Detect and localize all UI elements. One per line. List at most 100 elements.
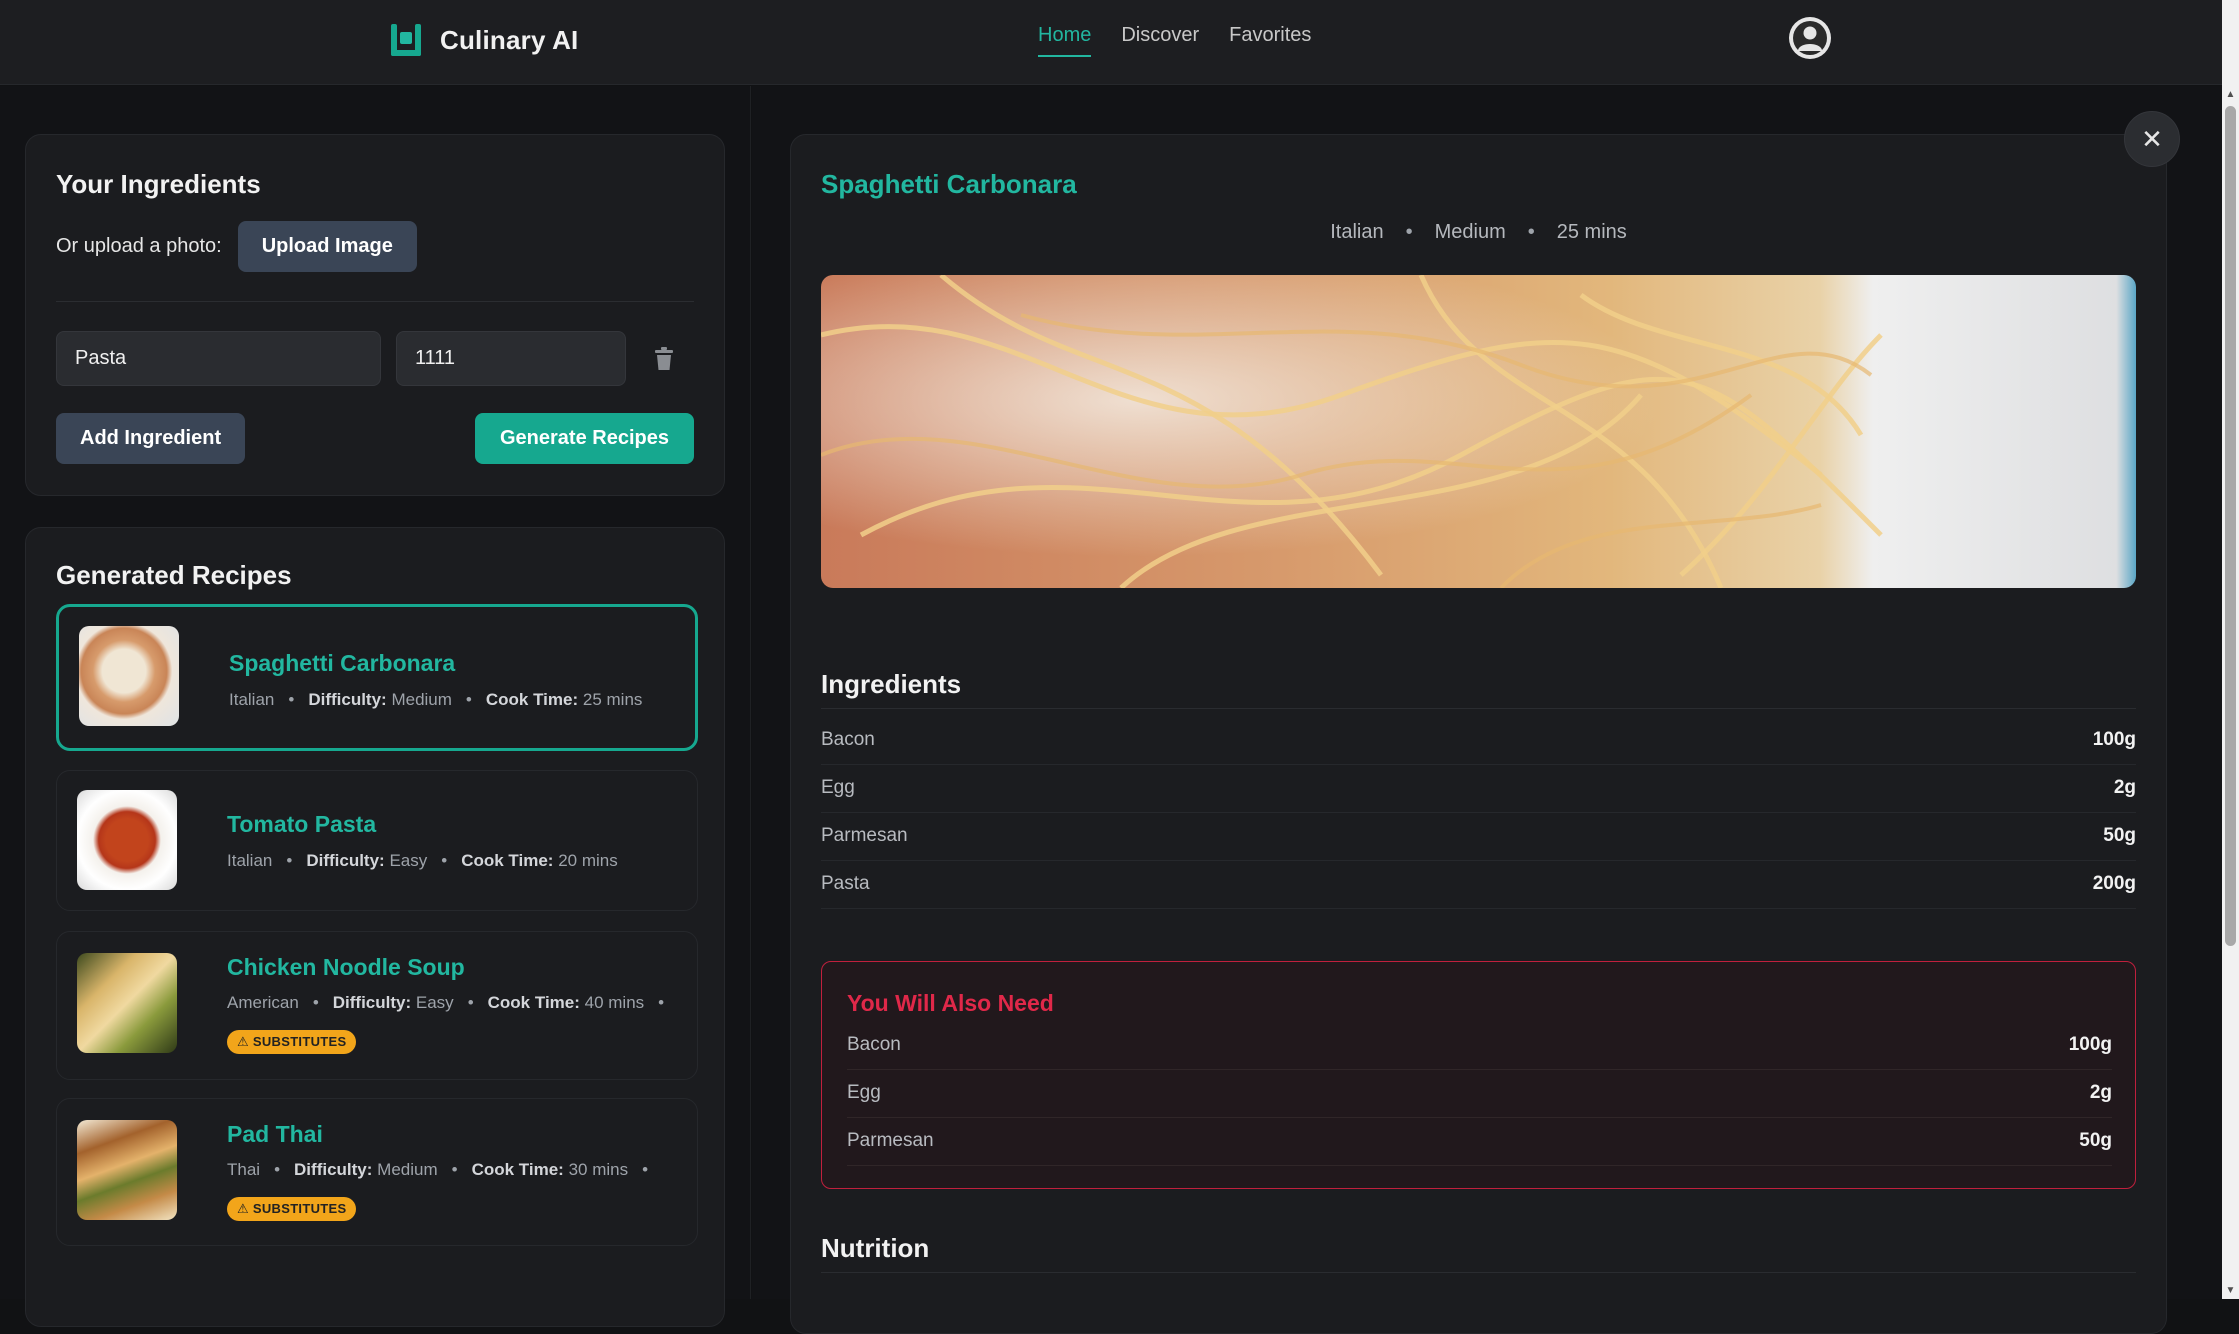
- recipe-difficulty: Medium: [377, 1160, 438, 1179]
- main-nav: Home Discover Favorites: [1038, 24, 1311, 57]
- recipe-cuisine: Italian: [227, 851, 273, 870]
- recipe-name: Chicken Noodle Soup: [227, 954, 465, 980]
- recipe-meta: Italian • Difficulty: Medium • Cook Time: 25…: [229, 690, 643, 709]
- recipe-card-chicken-noodle-soup[interactable]: Chicken Noodle Soup American • Difficulty:…: [56, 931, 698, 1080]
- recipe-cook-time: 30 mins: [568, 1160, 629, 1179]
- divider: [821, 1272, 2136, 1273]
- ingredient-quantity-input[interactable]: [396, 331, 626, 386]
- upload-label: Or upload a photo:: [56, 235, 222, 257]
- nav-discover[interactable]: Discover: [1121, 24, 1199, 57]
- ingredient-row: Egg 2g: [821, 765, 2136, 813]
- cook-time-label: Cook Time:: [485, 690, 579, 709]
- recipe-thumbnail: [77, 1120, 177, 1220]
- ingredient-name: Egg: [847, 1082, 881, 1103]
- ingredient-amount: 200g: [2092, 873, 2136, 894]
- ingredient-amount: 100g: [2068, 1034, 2112, 1055]
- recipe-cook-time: 20 mins: [558, 851, 618, 870]
- recipe-thumbnail: [77, 790, 177, 890]
- recipe-meta: Thai • Difficulty: Medium • Cook Time: 30 mi…: [227, 1160, 649, 1179]
- difficulty-label: Difficulty:: [306, 851, 385, 870]
- divider: [821, 708, 2136, 709]
- ingredient-name: Bacon: [821, 729, 875, 750]
- upload-image-button[interactable]: Upload Image: [237, 221, 417, 272]
- detail-difficulty: Medium: [1434, 221, 1506, 243]
- substitutes-badge: ⚠ SUBSTITUTES: [227, 1197, 357, 1221]
- recipe-detail-panel: Spaghetti Carbonara Italian • Medium • 25 mi…: [752, 86, 2222, 1334]
- recipe-card-tomato-pasta[interactable]: Tomato Pasta Italian • Difficulty: Easy • Co…: [56, 770, 698, 911]
- scrollbar-thumb[interactable]: [2225, 106, 2236, 946]
- recipes-title: Generated Recipes: [56, 560, 292, 590]
- recipe-meta: American • Difficulty: Easy • Cook Time: 40 …: [227, 993, 665, 1012]
- ingredient-name-input[interactable]: [56, 331, 381, 386]
- cook-time-label: Cook Time:: [461, 851, 554, 870]
- difficulty-label: Difficulty:: [294, 1160, 373, 1179]
- recipe-name: Pad Thai: [227, 1121, 323, 1147]
- recipe-cook-time: 25 mins: [582, 690, 643, 709]
- also-need-heading: You Will Also Need: [847, 990, 1054, 1016]
- substitutes-badge: ⚠ SUBSTITUTES: [227, 1030, 357, 1054]
- recipe-difficulty: Easy: [389, 851, 428, 870]
- recipe-thumbnail: [79, 626, 179, 726]
- ingredient-amount: 100g: [2092, 729, 2136, 750]
- cook-time-label: Cook Time:: [487, 993, 580, 1012]
- close-icon[interactable]: ✕: [2124, 111, 2180, 167]
- recipe-name: Spaghetti Carbonara: [229, 650, 456, 676]
- recipe-cuisine: Italian: [229, 690, 275, 709]
- detail-title: Spaghetti Carbonara: [821, 169, 1077, 199]
- ingredients-title: Your Ingredients: [56, 169, 261, 199]
- recipe-cuisine: American: [227, 993, 299, 1012]
- difficulty-label: Difficulty:: [332, 993, 412, 1012]
- recipe-thumbnail: [77, 953, 177, 1053]
- recipe-cuisine: Thai: [227, 1160, 261, 1179]
- ingredient-name: Parmesan: [847, 1130, 934, 1151]
- trash-icon[interactable]: [653, 347, 675, 371]
- ingredient-row: Bacon 100g: [821, 717, 2136, 765]
- ingredient-amount: 50g: [2103, 825, 2136, 846]
- divider: [56, 301, 694, 302]
- ingredient-name: Egg: [821, 777, 855, 798]
- detail-time: 25 mins: [1556, 221, 1627, 243]
- app-logo[interactable]: Culinary AI: [388, 22, 578, 58]
- ingredient-row: Parmesan 50g: [821, 813, 2136, 861]
- recipe-difficulty: Easy: [415, 993, 454, 1012]
- recipe-card-spaghetti-carbonara[interactable]: Spaghetti Carbonara Italian • Difficulty: …: [56, 604, 698, 751]
- ingredient-name: Pasta: [821, 873, 870, 894]
- nutrition-heading: Nutrition: [821, 1233, 930, 1263]
- ingredient-name: Parmesan: [821, 825, 908, 846]
- top-navigation-bar: Culinary AI Home Discover Favorites: [0, 0, 2222, 85]
- warning-icon: ⚠: [237, 1034, 253, 1049]
- add-ingredient-button[interactable]: Add Ingredient: [56, 413, 246, 464]
- recipe-cook-time: 40 mins: [584, 993, 645, 1012]
- ingredient-name: Bacon: [847, 1034, 901, 1055]
- generate-recipes-button[interactable]: Generate Recipes: [475, 413, 694, 464]
- recipe-meta: Italian • Difficulty: Easy • Cook Time: 20 m…: [227, 851, 618, 870]
- ingredients-card: Your Ingredients Or upload a photo: Uplo…: [25, 134, 725, 496]
- detail-cuisine: Italian: [1330, 221, 1384, 243]
- left-panel: Your Ingredients Or upload a photo: Uplo…: [0, 86, 751, 1327]
- recipe-card-pad-thai[interactable]: Pad Thai Thai • Difficulty: Medium • Cook Ti…: [56, 1098, 698, 1246]
- ingredient-amount: 50g: [2079, 1130, 2112, 1151]
- scroll-up-arrow[interactable]: ▲: [2222, 86, 2239, 103]
- ingredient-amount: 2g: [2113, 777, 2136, 798]
- recipe-name: Tomato Pasta: [227, 811, 377, 837]
- missing-ingredient-row: Parmesan 50g: [847, 1118, 2112, 1166]
- cook-time-label: Cook Time:: [471, 1160, 564, 1179]
- warning-icon: ⚠: [237, 1201, 253, 1216]
- detail-meta: Italian • Medium • 25 mins: [1330, 221, 1627, 243]
- missing-ingredient-row: Bacon 100g: [847, 1022, 2112, 1070]
- recipe-hero-image: [821, 275, 2136, 588]
- user-avatar-icon[interactable]: [1789, 17, 1831, 59]
- ingredient-row: Pasta 200g: [821, 861, 2136, 909]
- missing-ingredients-box: You Will Also Need Bacon 100g Egg 2g Par…: [821, 961, 2136, 1189]
- missing-ingredient-row: Egg 2g: [847, 1070, 2112, 1118]
- recipe-difficulty: Medium: [391, 690, 452, 709]
- nav-favorites[interactable]: Favorites: [1229, 24, 1311, 57]
- app-name: Culinary AI: [440, 24, 579, 55]
- scroll-down-arrow[interactable]: ▼: [2222, 1282, 2239, 1299]
- recipe-detail-card: Spaghetti Carbonara Italian • Medium • 25 mi…: [790, 134, 2167, 1334]
- recipes-card: Generated Recipes Spaghetti Carbonara It…: [25, 527, 725, 1327]
- page-scrollbar[interactable]: [2222, 0, 2239, 86]
- nav-home[interactable]: Home: [1038, 24, 1092, 57]
- difficulty-label: Difficulty:: [308, 690, 387, 709]
- ingredient-amount: 2g: [2089, 1082, 2112, 1103]
